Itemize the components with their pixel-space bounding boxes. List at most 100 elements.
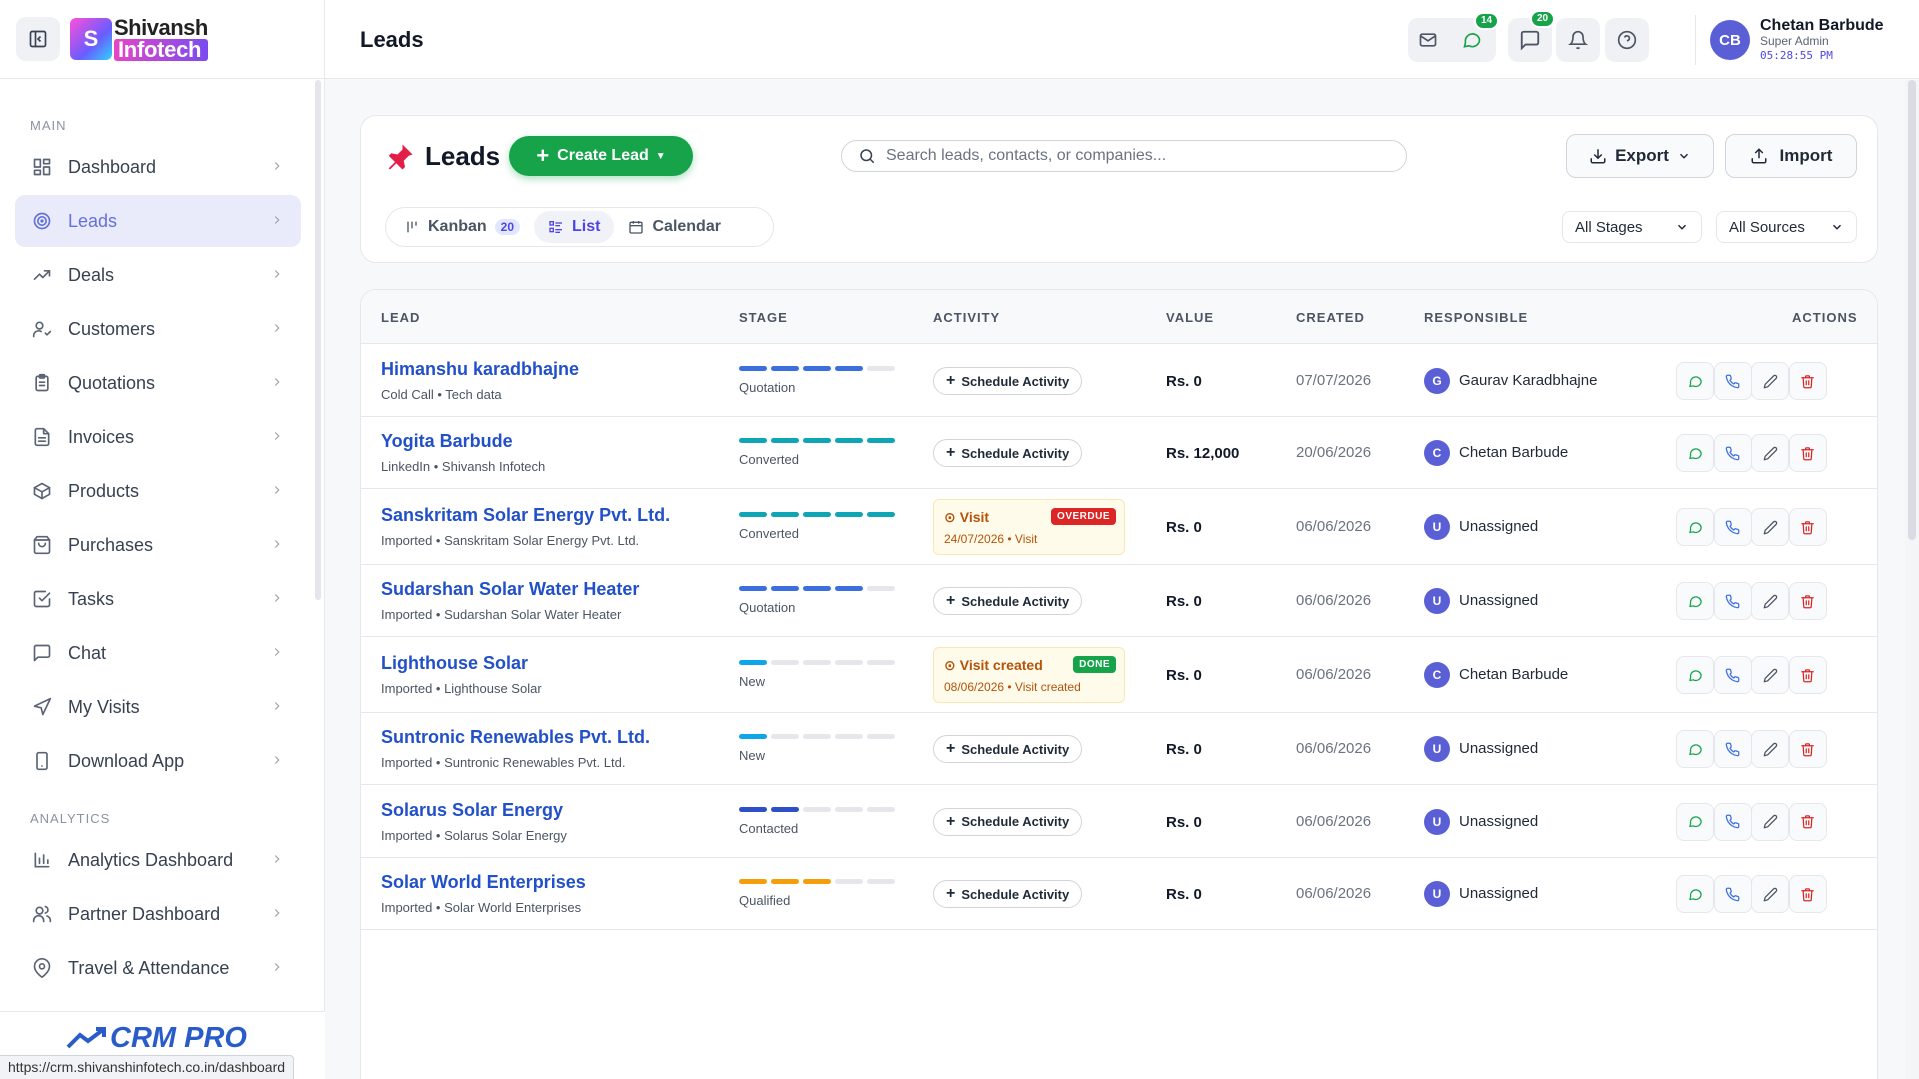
sidebar-item-download-app[interactable]: Download App	[15, 735, 301, 787]
call-action-button[interactable]	[1713, 730, 1752, 768]
sidebar-collapse-button[interactable]	[16, 17, 60, 61]
whatsapp-action-button[interactable]	[1676, 730, 1714, 768]
table-row[interactable]: Suntronic Renewables Pvt. Ltd. Imported •…	[361, 713, 1877, 785]
edit-action-button[interactable]	[1751, 434, 1789, 472]
lead-name-link[interactable]: Solarus Solar Energy	[381, 800, 563, 821]
lead-name-link[interactable]: Lighthouse Solar	[381, 653, 528, 674]
call-action-button[interactable]	[1713, 434, 1752, 472]
main-scrollbar-thumb[interactable]	[1908, 80, 1916, 540]
sidebar-item-partner-dashboard[interactable]: Partner Dashboard	[15, 888, 301, 940]
delete-action-button[interactable]	[1788, 362, 1827, 400]
stage-filter-select[interactable]: All Stages	[1562, 211, 1702, 243]
lead-name-link[interactable]: Sudarshan Solar Water Heater	[381, 579, 639, 600]
whatsapp-action-button[interactable]	[1676, 802, 1714, 841]
sidebar-item-products[interactable]: Products	[15, 465, 301, 517]
notifications-button[interactable]	[1556, 18, 1600, 62]
whatsapp-action-button[interactable]	[1676, 362, 1714, 400]
col-value[interactable]: VALUE	[1166, 310, 1214, 325]
table-row[interactable]: Solar World Enterprises Imported • Solar …	[361, 858, 1877, 930]
search-input[interactable]	[886, 147, 1366, 165]
schedule-activity-button[interactable]: + Schedule Activity	[933, 880, 1083, 908]
sidebar-item-my-visits[interactable]: My Visits	[15, 681, 301, 733]
delete-action-button[interactable]	[1788, 434, 1827, 472]
col-responsible[interactable]: RESPONSIBLE	[1424, 310, 1528, 325]
messages-button[interactable]: 20	[1508, 10, 1556, 62]
sidebar-item-tasks[interactable]: Tasks	[15, 573, 301, 625]
sidebar-item-dashboard[interactable]: Dashboard	[15, 141, 301, 193]
edit-action-button[interactable]	[1751, 362, 1789, 400]
whatsapp-action-button[interactable]	[1676, 434, 1714, 472]
user-avatar[interactable]: CB	[1710, 20, 1750, 60]
edit-action-button[interactable]	[1751, 730, 1789, 768]
edit-action-button[interactable]	[1751, 508, 1789, 546]
mail-button[interactable]	[1418, 30, 1438, 55]
sidebar-item-quotations[interactable]: Quotations	[15, 357, 301, 409]
sidebar-item-purchases[interactable]: Purchases	[15, 519, 301, 571]
table-row[interactable]: Solarus Solar Energy Imported • Solarus S…	[361, 785, 1877, 858]
tab-kanban[interactable]: Kanban 20	[390, 211, 534, 243]
delete-action-button[interactable]	[1788, 508, 1827, 546]
lead-name-link[interactable]: Solar World Enterprises	[381, 872, 586, 893]
delete-action-button[interactable]	[1788, 730, 1827, 768]
sidebar-item-analytics-dashboard[interactable]: Analytics Dashboard	[15, 834, 301, 886]
call-action-button[interactable]	[1713, 875, 1752, 913]
lead-name-link[interactable]: Himanshu karadbhajne	[381, 359, 579, 380]
call-action-button[interactable]	[1713, 362, 1752, 400]
delete-action-button[interactable]	[1788, 802, 1827, 841]
table-row[interactable]: Sanskritam Solar Energy Pvt. Ltd. Importe…	[361, 489, 1877, 565]
delete-action-button[interactable]	[1788, 582, 1827, 620]
whatsapp-button[interactable]	[1462, 30, 1482, 55]
lead-name-link[interactable]: Yogita Barbude	[381, 431, 513, 452]
call-action-button[interactable]	[1713, 508, 1752, 546]
call-action-button[interactable]	[1713, 802, 1752, 841]
col-activity[interactable]: ACTIVITY	[933, 310, 1000, 325]
create-lead-button[interactable]: + Create Lead ▼	[509, 136, 693, 176]
table-row[interactable]: Himanshu karadbhajne Cold Call • Tech dat…	[361, 345, 1877, 417]
sidebar-item-chat[interactable]: Chat	[15, 627, 301, 679]
edit-action-button[interactable]	[1751, 582, 1789, 620]
schedule-activity-button[interactable]: + Schedule Activity	[933, 439, 1083, 467]
table-row[interactable]: Lighthouse Solar Imported • Lighthouse So…	[361, 637, 1877, 713]
whatsapp-action-button[interactable]	[1676, 508, 1714, 546]
sidebar-scrollbar[interactable]	[315, 80, 321, 600]
lead-name-link[interactable]: Suntronic Renewables Pvt. Ltd.	[381, 727, 650, 748]
schedule-activity-button[interactable]: + Schedule Activity	[933, 735, 1083, 763]
export-button[interactable]: Export	[1566, 134, 1714, 178]
import-button[interactable]: Import	[1725, 134, 1857, 178]
sidebar-item-leads[interactable]: Leads	[15, 195, 301, 247]
call-action-button[interactable]	[1713, 582, 1752, 620]
sidebar-item-travel-attendance[interactable]: Travel & Attendance	[15, 942, 301, 994]
whatsapp-action-button[interactable]	[1676, 656, 1714, 694]
source-filter-select[interactable]: All Sources	[1716, 211, 1857, 243]
user-name[interactable]: Chetan Barbude	[1760, 17, 1884, 35]
sidebar-item-deals[interactable]: Deals	[15, 249, 301, 301]
call-action-button[interactable]	[1713, 656, 1752, 694]
main-scrollbar[interactable]	[1905, 80, 1919, 1079]
sidebar-item-customers[interactable]: Customers	[15, 303, 301, 355]
lead-name-link[interactable]: Sanskritam Solar Energy Pvt. Ltd.	[381, 505, 670, 526]
activity-card[interactable]: ⊙ Visit created 08/06/2026 • Visit created…	[933, 647, 1125, 703]
schedule-activity-button[interactable]: + Schedule Activity	[933, 807, 1083, 836]
schedule-activity-button[interactable]: + Schedule Activity	[933, 367, 1083, 395]
delete-action-button[interactable]	[1788, 656, 1827, 694]
schedule-activity-button[interactable]: + Schedule Activity	[933, 587, 1083, 615]
col-stage[interactable]: STAGE	[739, 310, 788, 325]
delete-action-button[interactable]	[1788, 875, 1827, 913]
col-lead[interactable]: LEAD	[381, 310, 420, 325]
phone-call-icon	[1725, 520, 1740, 534]
activity-card[interactable]: ⊙ Visit 24/07/2026 • Visit OVERDUE	[933, 499, 1125, 555]
brand-logo[interactable]: S Shivansh Infotech	[70, 14, 208, 64]
edit-action-button[interactable]	[1751, 656, 1789, 694]
help-button[interactable]	[1605, 18, 1649, 62]
tab-list[interactable]: List	[534, 211, 615, 243]
col-created[interactable]: CREATED	[1296, 310, 1365, 325]
tab-calendar[interactable]: Calendar	[614, 211, 734, 243]
table-row[interactable]: Yogita Barbude LinkedIn • Shivansh Infote…	[361, 417, 1877, 489]
sidebar-item-label: Customers	[68, 318, 156, 339]
edit-action-button[interactable]	[1751, 802, 1789, 841]
table-row[interactable]: Sudarshan Solar Water Heater Imported • S…	[361, 565, 1877, 637]
edit-action-button[interactable]	[1751, 875, 1789, 913]
whatsapp-action-button[interactable]	[1676, 582, 1714, 620]
whatsapp-action-button[interactable]	[1676, 875, 1714, 913]
sidebar-item-invoices[interactable]: Invoices	[15, 411, 301, 463]
